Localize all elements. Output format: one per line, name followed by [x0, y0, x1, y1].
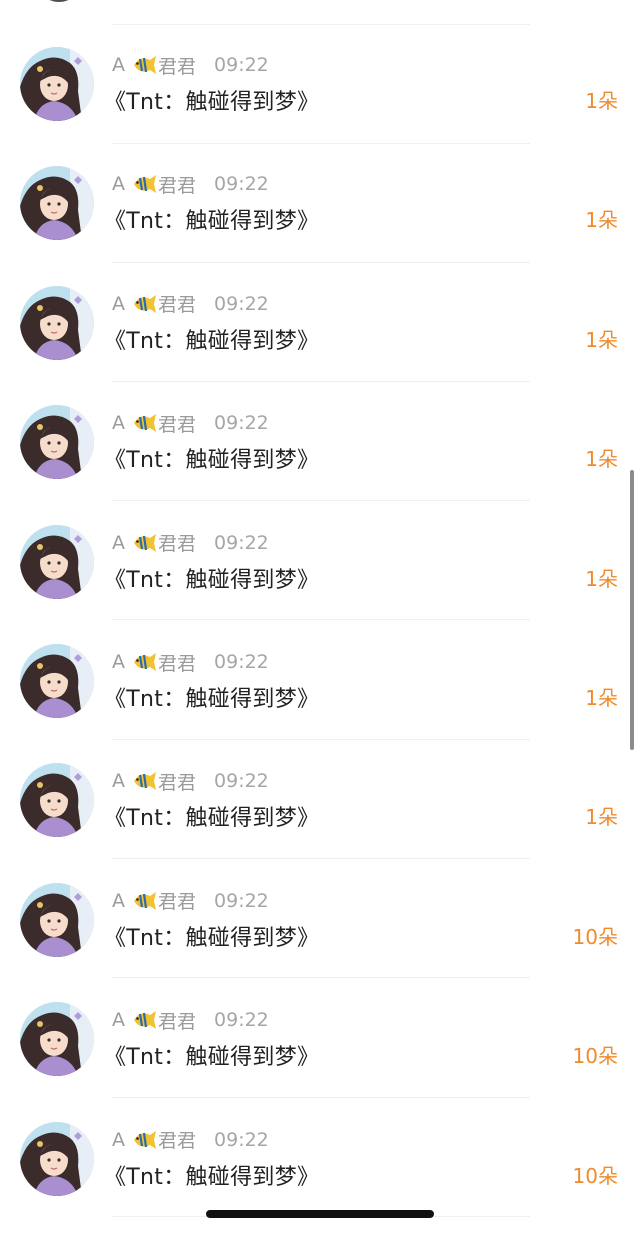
username[interactable]: 君君: [158, 1126, 196, 1153]
user-prefix: A: [112, 651, 125, 673]
fish-icon: [131, 173, 157, 195]
user-avatar-icon[interactable]: [20, 285, 94, 360]
item-title: 《Tnt：触碰得到梦》: [104, 567, 320, 593]
username[interactable]: 君君: [158, 290, 196, 317]
user-prefix: A: [112, 412, 125, 435]
gift-count: 1朵: [585, 89, 618, 113]
item-title: 《Tnt：触碰得到梦》: [104, 1045, 320, 1071]
item-title: 《Tnt：触碰得到梦》: [104, 448, 320, 474]
list-item[interactable]: A 君君 09:22 《Tnt：触碰得到梦》 10朵: [0, 995, 640, 1114]
user-prefix: A: [112, 889, 125, 912]
partial-avatar: [36, 0, 82, 2]
user-prefix: A: [112, 173, 125, 196]
list-item[interactable]: A 君君 09:22 《Tnt：触碰得到梦》 1朵: [0, 159, 640, 278]
user-avatar-icon[interactable]: [20, 524, 94, 599]
username[interactable]: 君君: [158, 887, 196, 914]
item-title: 《Tnt：触碰得到梦》: [104, 328, 320, 354]
timestamp: 09:22: [214, 54, 269, 76]
home-indicator[interactable]: [206, 1210, 434, 1218]
list-item[interactable]: A 君君 09:22 《Tnt：触碰得到梦》 1朵: [0, 637, 640, 756]
username[interactable]: 君君: [158, 529, 196, 556]
user-prefix: A: [112, 531, 125, 554]
timestamp: 09:22: [214, 173, 269, 196]
user-avatar-icon[interactable]: [20, 644, 94, 718]
fish-icon: [131, 54, 157, 76]
user-avatar-icon[interactable]: [20, 166, 94, 241]
timestamp: 09:22: [214, 1128, 269, 1151]
timestamp: 09:22: [214, 531, 269, 554]
user-prefix: A: [112, 292, 125, 315]
timestamp: 09:22: [214, 651, 269, 673]
gift-count: 10朵: [572, 1163, 618, 1188]
user-avatar-icon[interactable]: [20, 47, 94, 121]
item-title: 《Tnt：触碰得到梦》: [104, 90, 320, 115]
fish-icon: [131, 1009, 157, 1031]
gift-count: 1朵: [585, 327, 618, 352]
item-title: 《Tnt：触碰得到梦》: [104, 209, 320, 235]
user-prefix: A: [112, 54, 125, 76]
item-title: 《Tnt：触碰得到梦》: [104, 925, 320, 951]
item-title: 《Tnt：触碰得到梦》: [104, 806, 320, 832]
gift-count: 10朵: [572, 924, 618, 949]
timestamp: 09:22: [214, 412, 269, 435]
user-avatar-icon[interactable]: [20, 1002, 94, 1077]
user-avatar-icon[interactable]: [20, 405, 94, 480]
divider: [112, 24, 530, 25]
username[interactable]: 君君: [158, 649, 196, 676]
fish-icon: [131, 412, 157, 434]
list-item[interactable]: A 君君 09:22 《Tnt：触碰得到梦》 1朵: [0, 279, 640, 398]
timestamp: 09:22: [214, 889, 269, 912]
gift-count: 1朵: [585, 805, 618, 830]
list-item[interactable]: A 君君 09:22 《Tnt：触碰得到梦》 1朵: [0, 398, 640, 517]
item-title: 《Tnt：触碰得到梦》: [104, 1164, 320, 1190]
scrollbar[interactable]: [630, 470, 634, 750]
list-item[interactable]: A 君君 09:22 《Tnt：触碰得到梦》 10朵: [0, 876, 640, 995]
list-item[interactable]: A 君君 09:22 《Tnt：触碰得到梦》 1朵: [0, 756, 640, 875]
list-item[interactable]: A 君君 09:22 《Tnt：触碰得到梦》 1朵: [0, 518, 640, 637]
timestamp: 09:22: [214, 770, 269, 793]
username[interactable]: 君君: [158, 1007, 196, 1034]
fish-icon: [131, 651, 157, 673]
user-avatar-icon[interactable]: [20, 882, 94, 957]
username[interactable]: 君君: [158, 52, 196, 79]
username[interactable]: 君君: [158, 171, 196, 198]
user-prefix: A: [112, 1128, 125, 1151]
user-prefix: A: [112, 1009, 125, 1032]
fish-icon: [131, 293, 157, 315]
gift-record-list[interactable]: A 君君 09:22 《Tnt：触碰得到梦》 1朵 A 君君 09:22 《Tn…: [0, 0, 640, 1231]
list-item[interactable]: A 君君 09:22 《Tnt：触碰得到梦》 1朵: [0, 40, 640, 159]
fish-icon: [131, 770, 157, 792]
username[interactable]: 君君: [158, 768, 196, 795]
gift-count: 1朵: [585, 447, 618, 472]
fish-icon: [131, 890, 157, 912]
gift-count: 10朵: [572, 1044, 618, 1069]
timestamp: 09:22: [214, 292, 269, 315]
gift-count: 1朵: [585, 208, 618, 233]
gift-count: 1朵: [585, 566, 618, 591]
fish-icon: [131, 532, 157, 554]
username[interactable]: 君君: [158, 410, 196, 437]
user-prefix: A: [112, 770, 125, 793]
item-title: 《Tnt：触碰得到梦》: [104, 687, 320, 712]
fish-icon: [131, 1129, 157, 1151]
gift-count: 1朵: [585, 686, 618, 710]
timestamp: 09:22: [214, 1009, 269, 1032]
user-avatar-icon[interactable]: [20, 763, 94, 838]
user-avatar-icon[interactable]: [20, 1121, 94, 1196]
